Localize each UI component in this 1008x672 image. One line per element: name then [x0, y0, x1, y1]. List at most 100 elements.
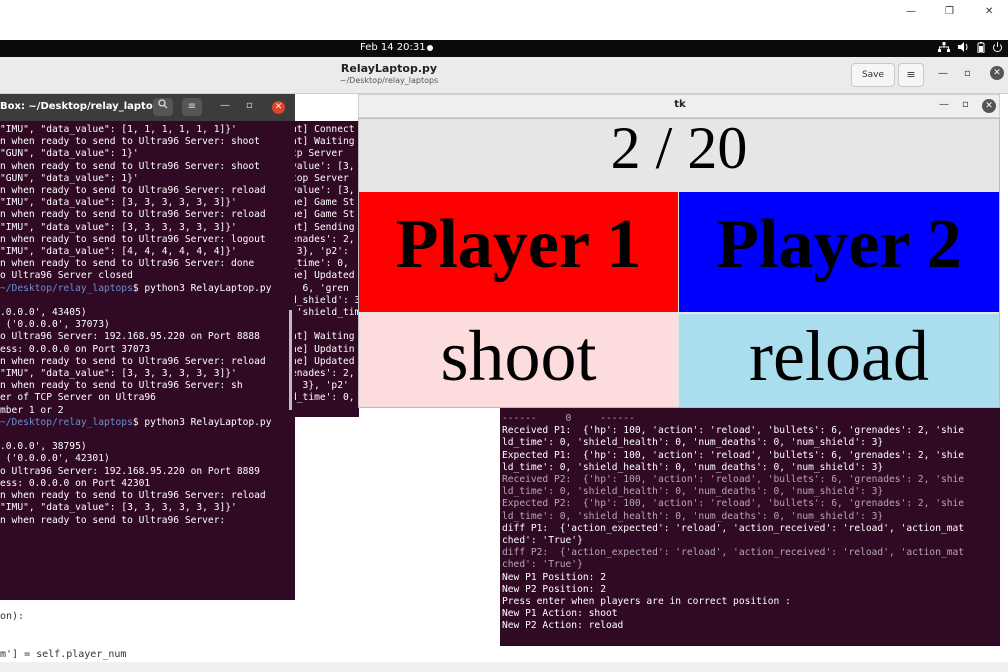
terminal-line: ------ 0 ------: [502, 413, 635, 424]
code-line: on):: [0, 611, 25, 622]
terminal-line: top Server: [291, 172, 349, 184]
terminal-line: er of TCP Server on Ultra96: [0, 392, 156, 404]
terminal-line: "IMU", "data_value": [3, 3, 3, 3, 3, 3]}…: [0, 197, 237, 209]
round-counter: 2 / 20: [610, 115, 748, 181]
terminal-line: enades': 2,: [291, 368, 355, 380]
terminal-line: n when ready to send to Ultra96 Server: …: [0, 490, 266, 502]
terminal-line: ne] Updatin: [291, 343, 355, 355]
player1-panel: Player 1: [359, 192, 678, 312]
terminal-line: ld_time': 0, 'shield_health': 0, 'num_de…: [502, 437, 884, 449]
terminal-line: "IMU", "data_value": [1, 1, 1, 1, 1, 1]}…: [0, 124, 237, 135]
terminal-output: ------ 0 ------ Received P1: {'hp': 100, …: [502, 413, 1000, 645]
player1-action: shoot: [440, 316, 597, 396]
player2-action: reload: [749, 316, 929, 396]
maximize-icon[interactable]: ❐: [945, 6, 954, 17]
terminal-line: diff P1: {'action_expected': 'reload', '…: [502, 522, 965, 534]
battery-icon[interactable]: [976, 42, 986, 56]
terminal-line: ne] Game St: [291, 197, 355, 209]
terminal-line: .0.0.0', 43405): [0, 307, 87, 319]
terminal-line: 'shield_tim: [291, 307, 359, 319]
terminal-line: n when ready to send to Ultra96 Server:: [0, 514, 232, 526]
terminal-line: enades': 2,: [291, 233, 355, 245]
terminal-line: .0.0.0', 38795): [0, 441, 87, 453]
gedit-headerbar: RelayLaptop.py ~/Desktop/relay_laptops S…: [0, 57, 1008, 94]
terminal-line: n when ready to send to Ultra96 Server: …: [0, 185, 266, 197]
terminal-line: ld_time': 0, 'shield_health': 0, 'num_de…: [502, 510, 884, 522]
terminal-line: Received P1: {'hp': 100, 'action': 'relo…: [502, 425, 965, 437]
terminal-line: 3}, 'p2':: [291, 246, 349, 258]
terminal-line: ne] Updated: [291, 270, 355, 282]
window-title: RelayLaptop.py: [340, 62, 438, 75]
terminal-headerbar: Box: ~/Desktop/relay_laptops ≡ — ▫: [0, 94, 295, 121]
window-subtitle: ~/Desktop/relay_laptops: [339, 76, 439, 85]
terminal-line: Expected P1: {'hp': 100, 'action': 'relo…: [502, 449, 965, 461]
power-icon[interactable]: [992, 42, 1003, 56]
terminal-line: value': [3,: [291, 185, 355, 197]
terminal-line: n when ready to send to Ultra96 Server: …: [0, 380, 243, 392]
top-bar: — ❐ ✕: [0, 0, 1008, 40]
menu-icon[interactable]: ≡: [182, 98, 202, 116]
background-terminal[interactable]: nt] Connect nt] Waiting tp Server value': […: [289, 121, 359, 417]
terminal-line: d_time': 0,: [291, 392, 355, 404]
terminal-line: "GUN", "data_value": 1}': [0, 148, 139, 160]
network-icon[interactable]: [938, 42, 950, 55]
terminal-line: nt] Sending: [291, 221, 355, 233]
hamburger-menu-button[interactable]: ≡: [898, 63, 924, 87]
scrollbar[interactable]: [289, 310, 292, 410]
terminal-line: ('0.0.0.0', 42301): [0, 453, 110, 465]
terminal-line: "IMU", "data_value": [3, 3, 3, 3, 3, 3]}…: [0, 502, 237, 514]
terminal-line: ess: 0.0.0.0 on Port 42301: [0, 477, 151, 489]
minimize-icon[interactable]: —: [939, 99, 949, 110]
player2-action-panel: reload: [679, 314, 999, 407]
player1-label: Player 1: [395, 206, 642, 283]
terminal-line: Received P2: {'hp': 100, 'action': 'relo…: [502, 474, 965, 486]
terminal-line: New P2 Position: 2: [502, 583, 606, 595]
close-icon[interactable]: ✕: [985, 6, 993, 17]
terminal-output: nt] Connect nt] Waiting tp Server value': […: [291, 124, 359, 405]
terminal-line: value': [3,: [291, 160, 355, 172]
terminal-line: ess: 0.0.0.0 on Port 37073: [0, 343, 151, 355]
tk-window-title: tk: [674, 99, 686, 110]
close-icon[interactable]: ✕: [990, 66, 1004, 80]
player2-label: Player 2: [716, 206, 962, 283]
terminal-title: Box: ~/Desktop/relay_laptops: [0, 101, 166, 112]
player2-panel: Player 2: [679, 192, 999, 312]
save-button[interactable]: Save: [851, 63, 895, 87]
player1-action-panel: shoot: [359, 314, 678, 407]
terminal-line: nt] Waiting: [291, 136, 355, 148]
terminal-line: n when ready to send to Ultra96 Server: …: [0, 355, 266, 367]
maximize-icon[interactable]: ▫: [246, 100, 253, 111]
minimize-icon[interactable]: —: [938, 68, 948, 79]
terminal-line: n when ready to send to Ultra96 Server: …: [0, 233, 266, 245]
terminal-line: ne] Game St: [291, 209, 355, 221]
terminal-line: "IMU", "data_value": [3, 3, 3, 3, 3, 3]}…: [0, 368, 237, 380]
terminal-line: d_shield': 3: [291, 294, 359, 306]
terminal-line: ched': 'True'}: [502, 559, 583, 571]
clock[interactable]: Feb 14 20:31: [360, 42, 426, 53]
terminal-line: New P1 Action: shoot: [502, 608, 618, 620]
notification-dot: [427, 45, 433, 51]
terminal-line: ld_time': 0, 'shield_health': 0, 'num_de…: [502, 486, 884, 498]
minimize-icon[interactable]: —: [906, 6, 916, 17]
terminal-line: ne] Updated: [291, 355, 355, 367]
maximize-icon[interactable]: ▫: [962, 99, 969, 110]
terminal-line: _time': 0,: [291, 258, 349, 270]
terminal-line: n when ready to send to Ultra96 Server: …: [0, 258, 255, 270]
search-icon[interactable]: [153, 98, 173, 116]
maximize-icon[interactable]: ▫: [964, 68, 971, 79]
code-line: m'] = self.player_num: [0, 649, 127, 660]
terminal-line: n when ready to send to Ultra96 Server: …: [0, 136, 260, 148]
terminal-line: ('0.0.0.0', 37073): [0, 319, 110, 331]
system-bar: Feb 14 20:31: [0, 40, 1008, 57]
volume-icon[interactable]: [958, 42, 970, 55]
close-icon[interactable]: ✕: [982, 99, 996, 113]
minimize-icon[interactable]: —: [220, 100, 230, 111]
terminal-line: tp Server: [291, 148, 343, 160]
status-bar: [0, 662, 1008, 672]
close-icon[interactable]: ✕: [272, 101, 285, 114]
terminal-line: mber 1 or 2: [0, 404, 64, 416]
terminal-line: Expected P2: {'hp': 100, 'action': 'relo…: [502, 498, 965, 510]
